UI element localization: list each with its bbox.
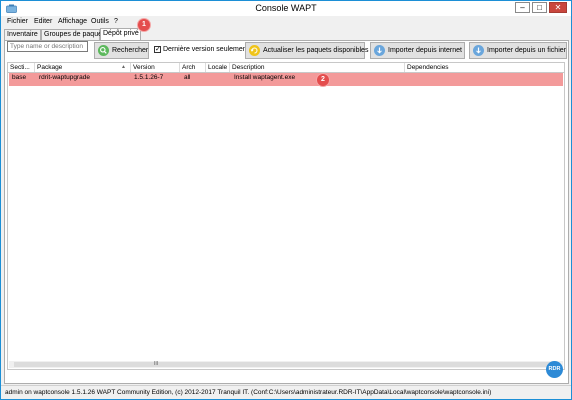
latest-version-label: Dernière version seulement: [163, 46, 249, 53]
window-title: Console WAPT: [255, 3, 317, 13]
packages-grid: Secti... Package ▲ Version Arch Locale D…: [7, 62, 565, 370]
download-arrow-icon: [374, 45, 385, 56]
column-header-section[interactable]: Secti...: [8, 63, 35, 72]
minimize-button[interactable]: –: [515, 2, 530, 13]
table-row[interactable]: base rdrit-waptupgrade 1.5.1.26-7 all In…: [9, 73, 563, 86]
status-text: admin on waptconsole 1.5.1.26 WAPT Commu…: [5, 389, 492, 396]
menu-bar: Fichier Editer Affichage Outils ?: [1, 16, 571, 28]
menu-help[interactable]: ?: [114, 18, 118, 25]
download-arrow-icon: [473, 45, 484, 56]
latest-version-checkbox-box[interactable]: ✓: [154, 46, 161, 53]
horizontal-scrollbar-thumb[interactable]: [14, 362, 558, 367]
rdr-logo: RDR: [546, 361, 563, 378]
horizontal-scrollbar[interactable]: III: [9, 361, 563, 368]
column-header-version[interactable]: Version: [131, 63, 180, 72]
maximize-button[interactable]: □: [532, 2, 547, 13]
update-packages-label: Actualiser les paquets disponibles: [263, 47, 369, 54]
sort-ascending-icon: ▲: [121, 64, 126, 70]
import-file-button[interactable]: Importer depuis un fichier: [469, 42, 567, 59]
column-header-description[interactable]: Description: [230, 63, 405, 72]
cell-section: base: [12, 74, 27, 81]
column-header-locale[interactable]: Locale: [206, 63, 230, 72]
import-internet-button[interactable]: Importer depuis internet: [370, 42, 465, 59]
scrollbar-grip-icon: III: [154, 361, 159, 367]
menu-affichage[interactable]: Affichage: [58, 18, 87, 25]
import-internet-label: Importer depuis internet: [388, 47, 462, 54]
tab-inventaire[interactable]: Inventaire: [4, 29, 41, 40]
cell-package: rdrit-waptupgrade: [39, 74, 90, 81]
cell-version: 1.5.1.26-7: [134, 74, 164, 81]
tab-groupes-de-paquets[interactable]: Groupes de paquets: [41, 29, 107, 40]
menu-outils[interactable]: Outils: [91, 18, 109, 25]
title-bar: Console WAPT – □ ✕: [1, 1, 571, 16]
tab-bar: Inventaire Groupes de paquets Dépôt priv…: [1, 28, 571, 40]
main-window: Console WAPT – □ ✕ Fichier Editer Affich…: [0, 0, 572, 400]
grid-header: Secti... Package ▲ Version Arch Locale D…: [8, 63, 564, 73]
search-input[interactable]: [7, 41, 88, 52]
column-header-dependencies[interactable]: Dependencies: [405, 63, 564, 72]
cell-arch: all: [184, 74, 191, 81]
import-file-label: Importer depuis un fichier: [487, 47, 566, 54]
status-bar: admin on waptconsole 1.5.1.26 WAPT Commu…: [1, 385, 571, 399]
tab-depot-prive[interactable]: Dépôt privé: [100, 28, 141, 40]
cell-description: Install waptagent.exe: [234, 74, 296, 81]
annotation-badge-2: 2: [317, 74, 329, 86]
latest-version-checkbox[interactable]: ✓ Dernière version seulement: [154, 46, 249, 53]
menu-editer[interactable]: Editer: [34, 18, 52, 25]
column-header-package[interactable]: Package ▲: [35, 63, 131, 72]
search-button[interactable]: Rechercher: [94, 42, 149, 59]
column-header-arch[interactable]: Arch: [180, 63, 206, 72]
refresh-icon: [249, 45, 260, 56]
search-button-label: Rechercher: [112, 47, 149, 54]
menu-fichier[interactable]: Fichier: [7, 18, 28, 25]
annotation-badge-1: 1: [138, 19, 150, 31]
close-button[interactable]: ✕: [549, 2, 567, 13]
column-header-package-label: Package: [37, 64, 63, 71]
update-packages-button[interactable]: Actualiser les paquets disponibles: [245, 42, 369, 59]
magnifier-icon: [98, 45, 109, 56]
